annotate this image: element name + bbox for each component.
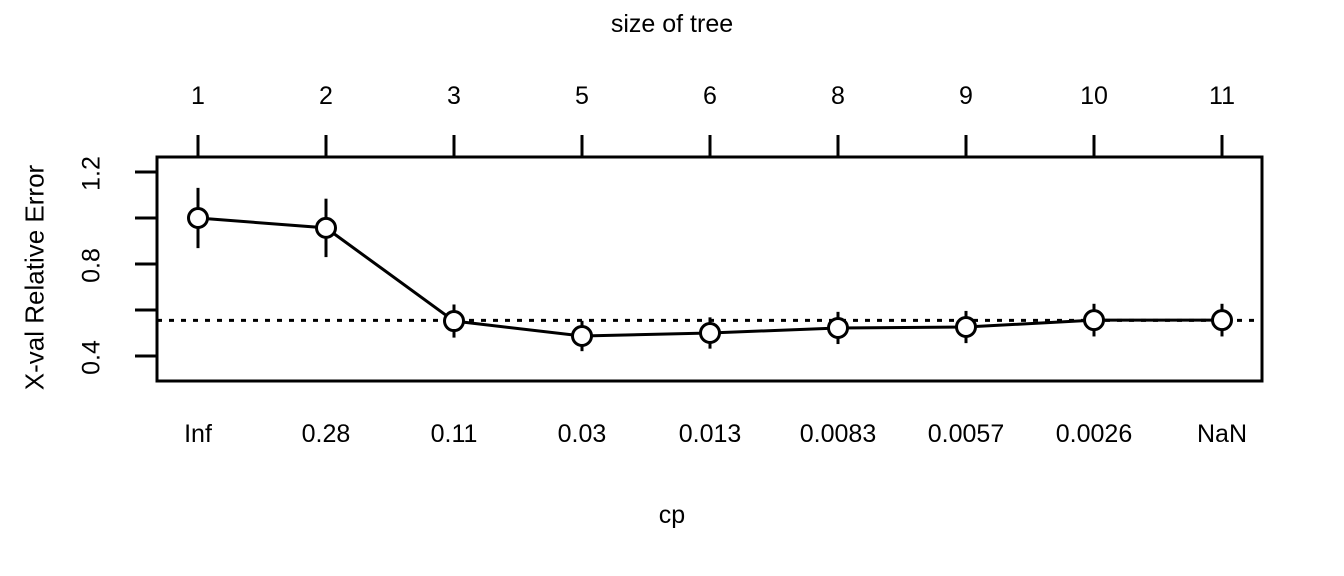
data-point-markers xyxy=(187,207,1233,347)
rpart-cp-plot: size of tree cp X-val Relative Error 123… xyxy=(0,0,1344,576)
y-axis-ticks xyxy=(135,170,157,358)
plot-canvas xyxy=(135,135,1264,383)
top-axis-ticks xyxy=(196,135,1224,157)
